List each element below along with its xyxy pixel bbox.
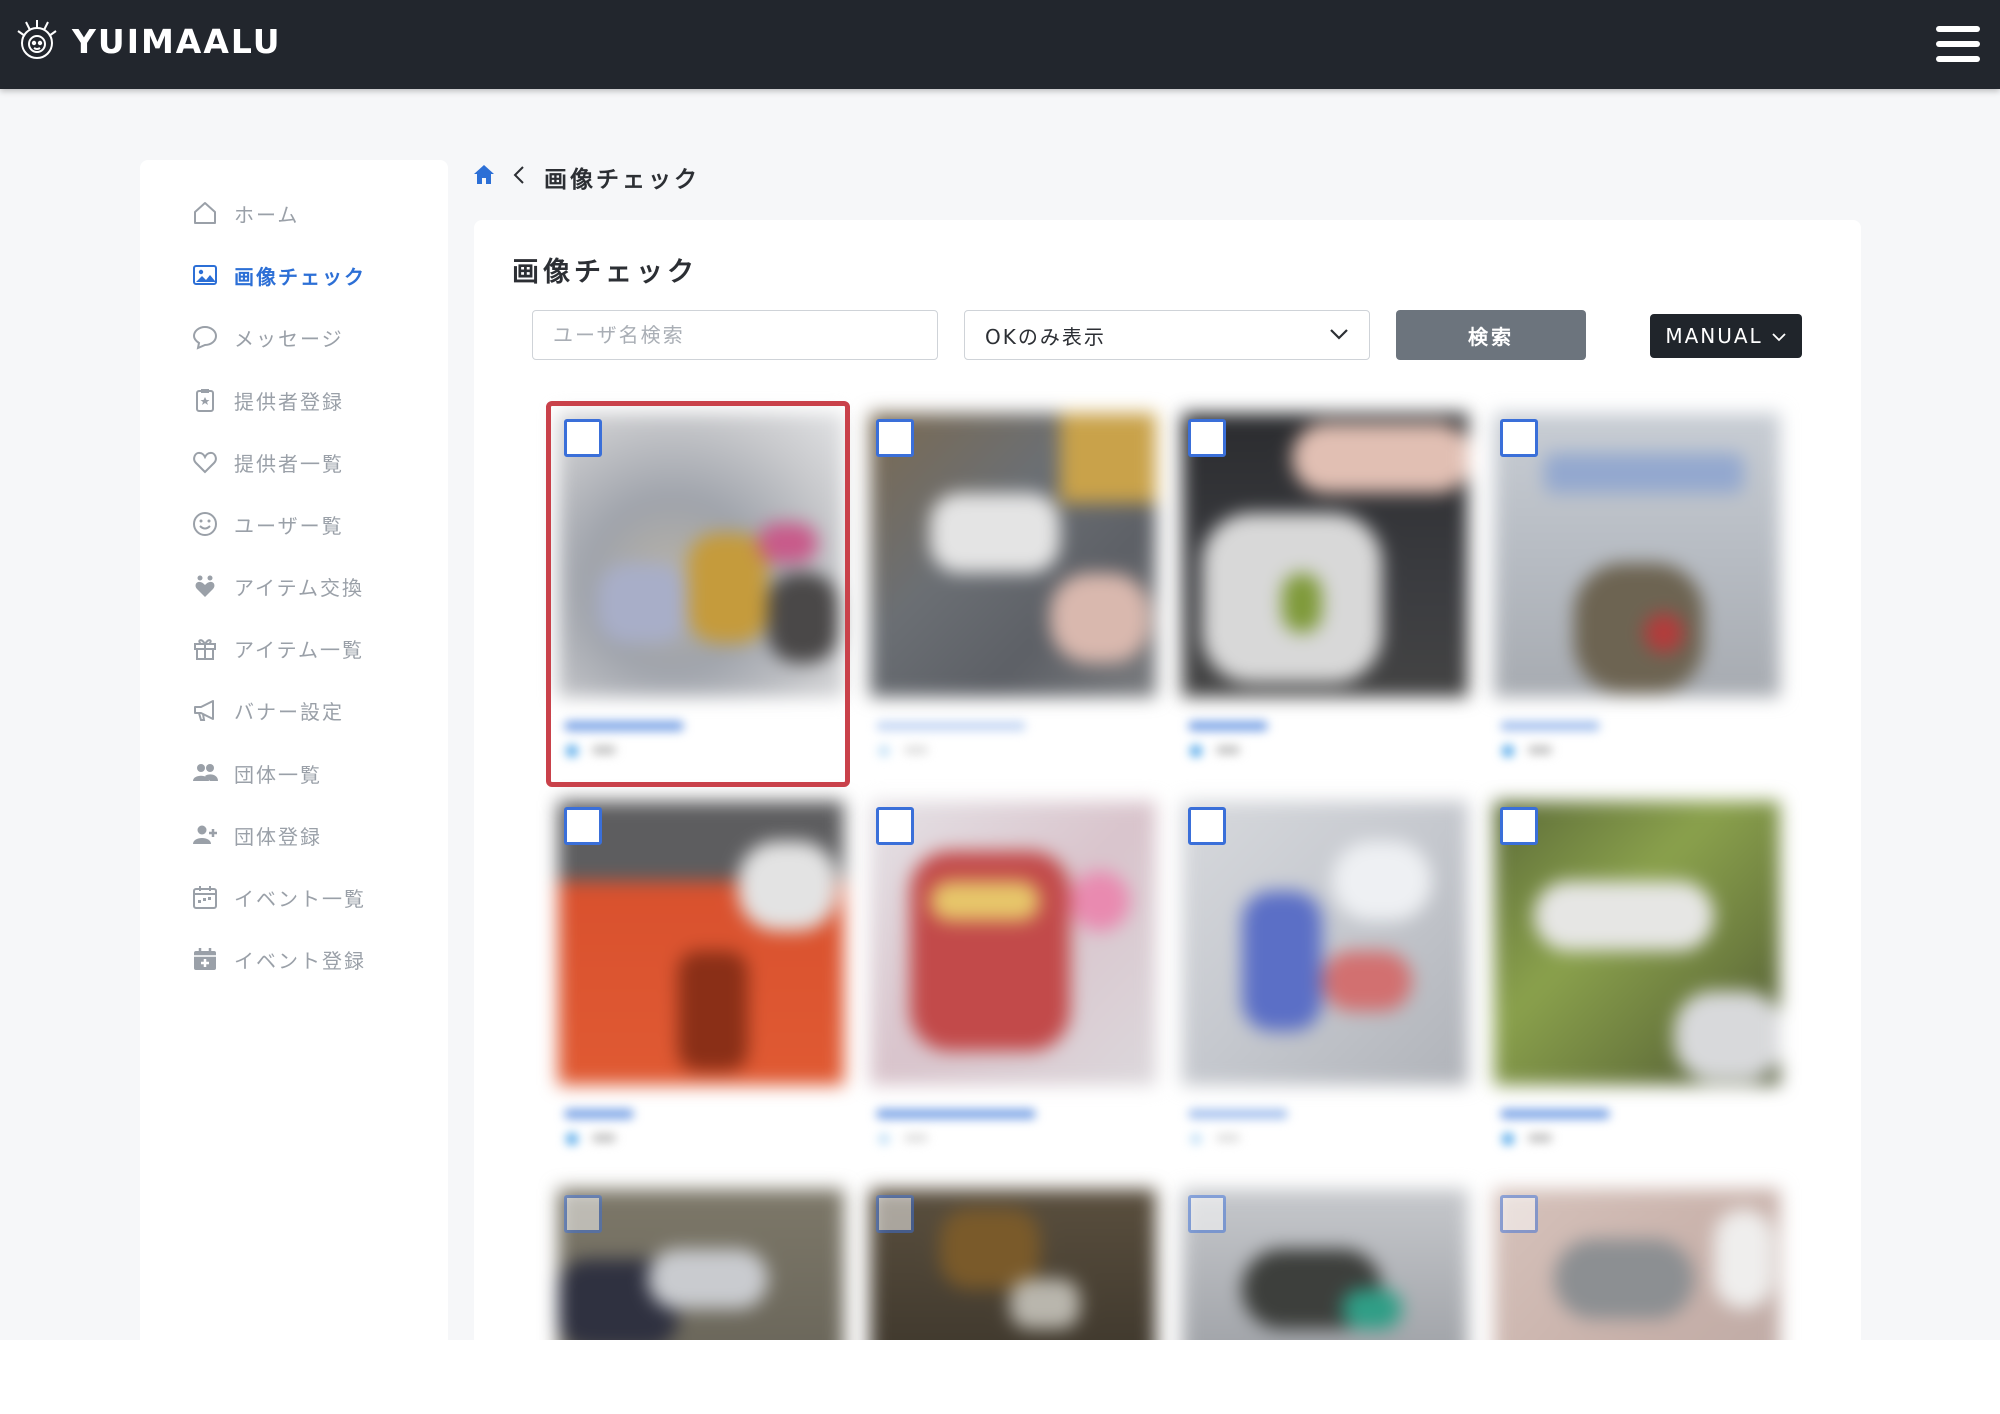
sidebar-item-provider-register[interactable]: 提供者登録 [190, 380, 344, 420]
menu-icon[interactable] [1936, 24, 1980, 64]
home-icon [190, 198, 220, 228]
image-tile[interactable] [1494, 1189, 1780, 1340]
tile-checkbox[interactable] [1188, 419, 1226, 457]
mode-dropdown-button[interactable]: MANUAL [1650, 314, 1802, 358]
tile-checkbox[interactable] [1500, 419, 1538, 457]
tile-checkbox[interactable] [1500, 807, 1538, 845]
tile-checkbox[interactable] [564, 1195, 602, 1233]
status-filter-select[interactable]: OKのみ表示 [964, 310, 1370, 360]
message-icon [190, 322, 220, 352]
register-icon [190, 385, 220, 415]
sidebar-item-label: 画像チェック [234, 264, 366, 289]
sidebar-item-label: ホーム [234, 202, 300, 227]
image-tile[interactable] [870, 1189, 1156, 1340]
image-tile[interactable] [1182, 801, 1468, 1145]
image-tile[interactable] [1182, 1189, 1468, 1340]
sidebar-item-label: 提供者登録 [234, 389, 344, 414]
sidebar-item-event-list[interactable]: イベント一覧 [190, 877, 366, 917]
image-icon [190, 260, 220, 290]
tile-checkbox[interactable] [564, 807, 602, 845]
sidebar-item-group-list[interactable]: 団体一覧 [190, 753, 322, 793]
gift-icon [190, 633, 220, 663]
sidebar-item-label: イベント登録 [234, 948, 366, 973]
breadcrumb-current: 画像チェック [544, 167, 700, 193]
username-search-input[interactable] [532, 310, 938, 360]
image-tile[interactable] [1494, 413, 1780, 757]
sidebar-item-label: 提供者一覧 [234, 451, 344, 476]
tile-meta [1494, 1091, 1780, 1171]
page-title: 画像チェック [512, 257, 698, 288]
sidebar-item-banner-settings[interactable]: バナー設定 [190, 690, 344, 730]
tile-meta [870, 703, 1156, 783]
heart-icon [190, 447, 220, 477]
chevron-down-icon [1329, 326, 1349, 345]
sidebar-item-item-exchange[interactable]: アイテム交換 [190, 566, 364, 606]
brand-name: YUIMAALU [72, 21, 282, 61]
sidebar-item-label: アイテム交換 [234, 575, 364, 600]
chevron-down-icon [1771, 324, 1787, 348]
image-check-card: 画像チェック OKのみ表示 検索 MANUAL [474, 220, 1861, 1340]
image-tile[interactable] [558, 1189, 844, 1340]
image-tile[interactable] [1182, 413, 1468, 757]
sidebar-item-label: 団体登録 [234, 824, 322, 849]
sidebar: ホーム 画像チェック メッセージ 提供者登録 提供者一覧 ユーザー覧 アイテム交… [140, 160, 448, 1340]
image-tile[interactable] [1494, 801, 1780, 1145]
tile-meta [558, 703, 844, 783]
tile-checkbox[interactable] [1188, 807, 1226, 845]
chevron-left-icon[interactable] [512, 164, 526, 190]
exchange-icon [190, 571, 220, 601]
tile-checkbox[interactable] [876, 419, 914, 457]
sidebar-item-image-check[interactable]: 画像チェック [190, 255, 366, 295]
sidebar-item-home[interactable]: ホーム [190, 193, 299, 233]
tile-checkbox[interactable] [876, 807, 914, 845]
top-bar: YUIMAALU [0, 0, 2000, 89]
image-tile[interactable] [870, 801, 1156, 1145]
sidebar-item-item-list[interactable]: アイテム一覧 [190, 628, 364, 668]
smile-icon [190, 509, 220, 539]
group-icon [190, 758, 220, 788]
tile-checkbox[interactable] [1188, 1195, 1226, 1233]
tile-meta [1182, 1091, 1468, 1171]
user-plus-icon [190, 820, 220, 850]
tile-checkbox[interactable] [876, 1195, 914, 1233]
breadcrumb: 画像チェック [472, 160, 700, 194]
sidebar-item-user-list[interactable]: ユーザー覧 [190, 504, 344, 544]
tile-meta [1494, 703, 1780, 783]
sidebar-item-label: ユーザー覧 [234, 513, 344, 538]
sidebar-item-label: イベント一覧 [234, 886, 366, 911]
tile-checkbox[interactable] [1500, 1195, 1538, 1233]
sidebar-item-group-register[interactable]: 団体登録 [190, 815, 322, 855]
image-tile[interactable] [558, 801, 844, 1145]
sidebar-item-label: バナー設定 [234, 699, 344, 724]
sidebar-item-label: 団体一覧 [234, 762, 322, 787]
megaphone-icon [190, 695, 220, 725]
calendar-plus-icon [190, 944, 220, 974]
page: YUIMAALU ホーム 画像チェック メッセージ 提供者登録 提供者一覧 ユー… [0, 0, 2000, 1340]
sidebar-item-provider-list[interactable]: 提供者一覧 [190, 442, 344, 482]
sidebar-item-label: メッセージ [234, 326, 344, 351]
filter-selected-value: OKのみ表示 [985, 324, 1106, 349]
tile-meta [870, 1091, 1156, 1171]
sidebar-item-label: アイテム一覧 [234, 637, 364, 662]
home-icon[interactable] [472, 163, 496, 191]
image-tile[interactable] [558, 413, 844, 757]
search-button[interactable]: 検索 [1396, 310, 1586, 360]
lion-logo-icon [17, 20, 57, 59]
sidebar-item-event-register[interactable]: イベント登録 [190, 939, 366, 979]
calendar-icon [190, 882, 220, 912]
image-tile[interactable] [870, 413, 1156, 757]
mode-label: MANUAL [1665, 324, 1763, 348]
tile-meta [1182, 703, 1468, 783]
sidebar-item-message[interactable]: メッセージ [190, 317, 344, 357]
brand-logo[interactable]: YUIMAALU [16, 18, 282, 64]
tile-meta [558, 1091, 844, 1171]
tile-checkbox[interactable] [564, 419, 602, 457]
